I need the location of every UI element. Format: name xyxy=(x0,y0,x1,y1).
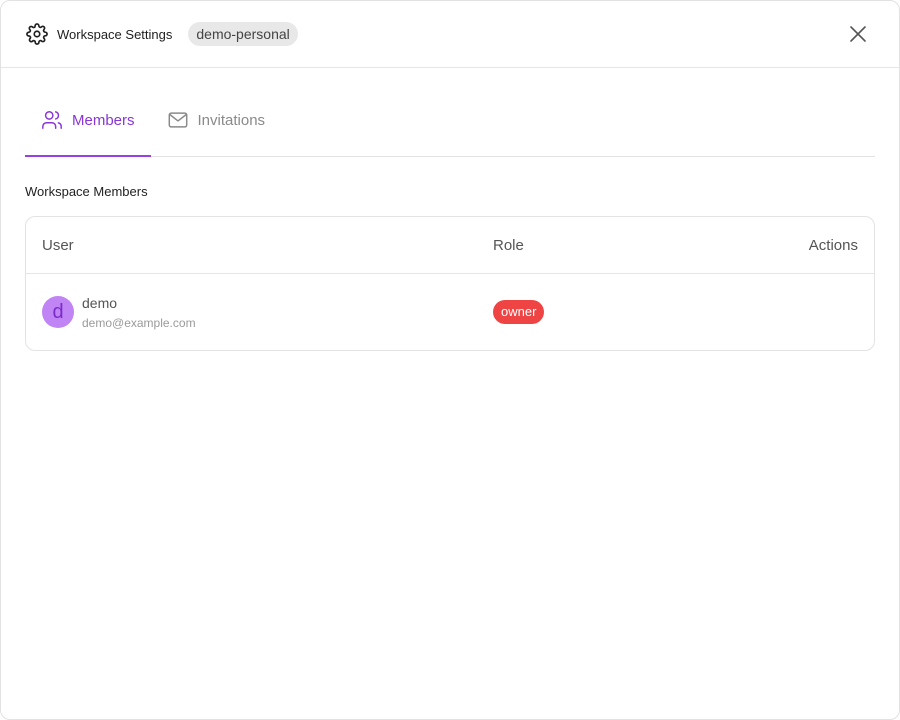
avatar: d xyxy=(42,296,74,328)
user-name: demo xyxy=(82,294,118,311)
role-badge: owner xyxy=(493,300,545,324)
dialog-header: Workspace Settings demo-personal xyxy=(1,1,899,68)
column-header-user: User xyxy=(42,236,74,254)
mail-icon xyxy=(167,109,189,131)
section-title: Workspace Members xyxy=(25,184,148,199)
tab-members-label: Members xyxy=(72,111,135,129)
user-email: demo@example.com xyxy=(82,315,196,330)
tab-invitations-label: Invitations xyxy=(197,111,266,129)
dialog-content: Members Invitations Workspace Members Us… xyxy=(1,68,899,351)
close-button[interactable] xyxy=(847,23,869,45)
user-cell: d demo demo@example.com xyxy=(42,295,493,330)
gear-icon xyxy=(25,22,49,46)
column-header-actions: Actions xyxy=(808,236,858,254)
tab-members[interactable]: Members xyxy=(25,84,151,157)
users-icon xyxy=(41,109,63,131)
tab-bar: Members Invitations xyxy=(25,68,875,157)
dialog-title: Workspace Settings xyxy=(57,26,173,42)
role-cell: owner xyxy=(493,300,693,324)
close-icon xyxy=(850,26,866,42)
workspace-badge: demo-personal xyxy=(188,22,298,46)
table-header: User Role Actions xyxy=(26,217,874,274)
column-header-role: Role xyxy=(493,236,524,254)
members-table: User Role Actions d demo demo@example.co… xyxy=(25,216,875,351)
tab-invitations[interactable]: Invitations xyxy=(151,84,282,156)
workspace-settings-dialog: Workspace Settings demo-personal Members… xyxy=(0,0,900,720)
table-row: d demo demo@example.com owner xyxy=(26,274,874,350)
